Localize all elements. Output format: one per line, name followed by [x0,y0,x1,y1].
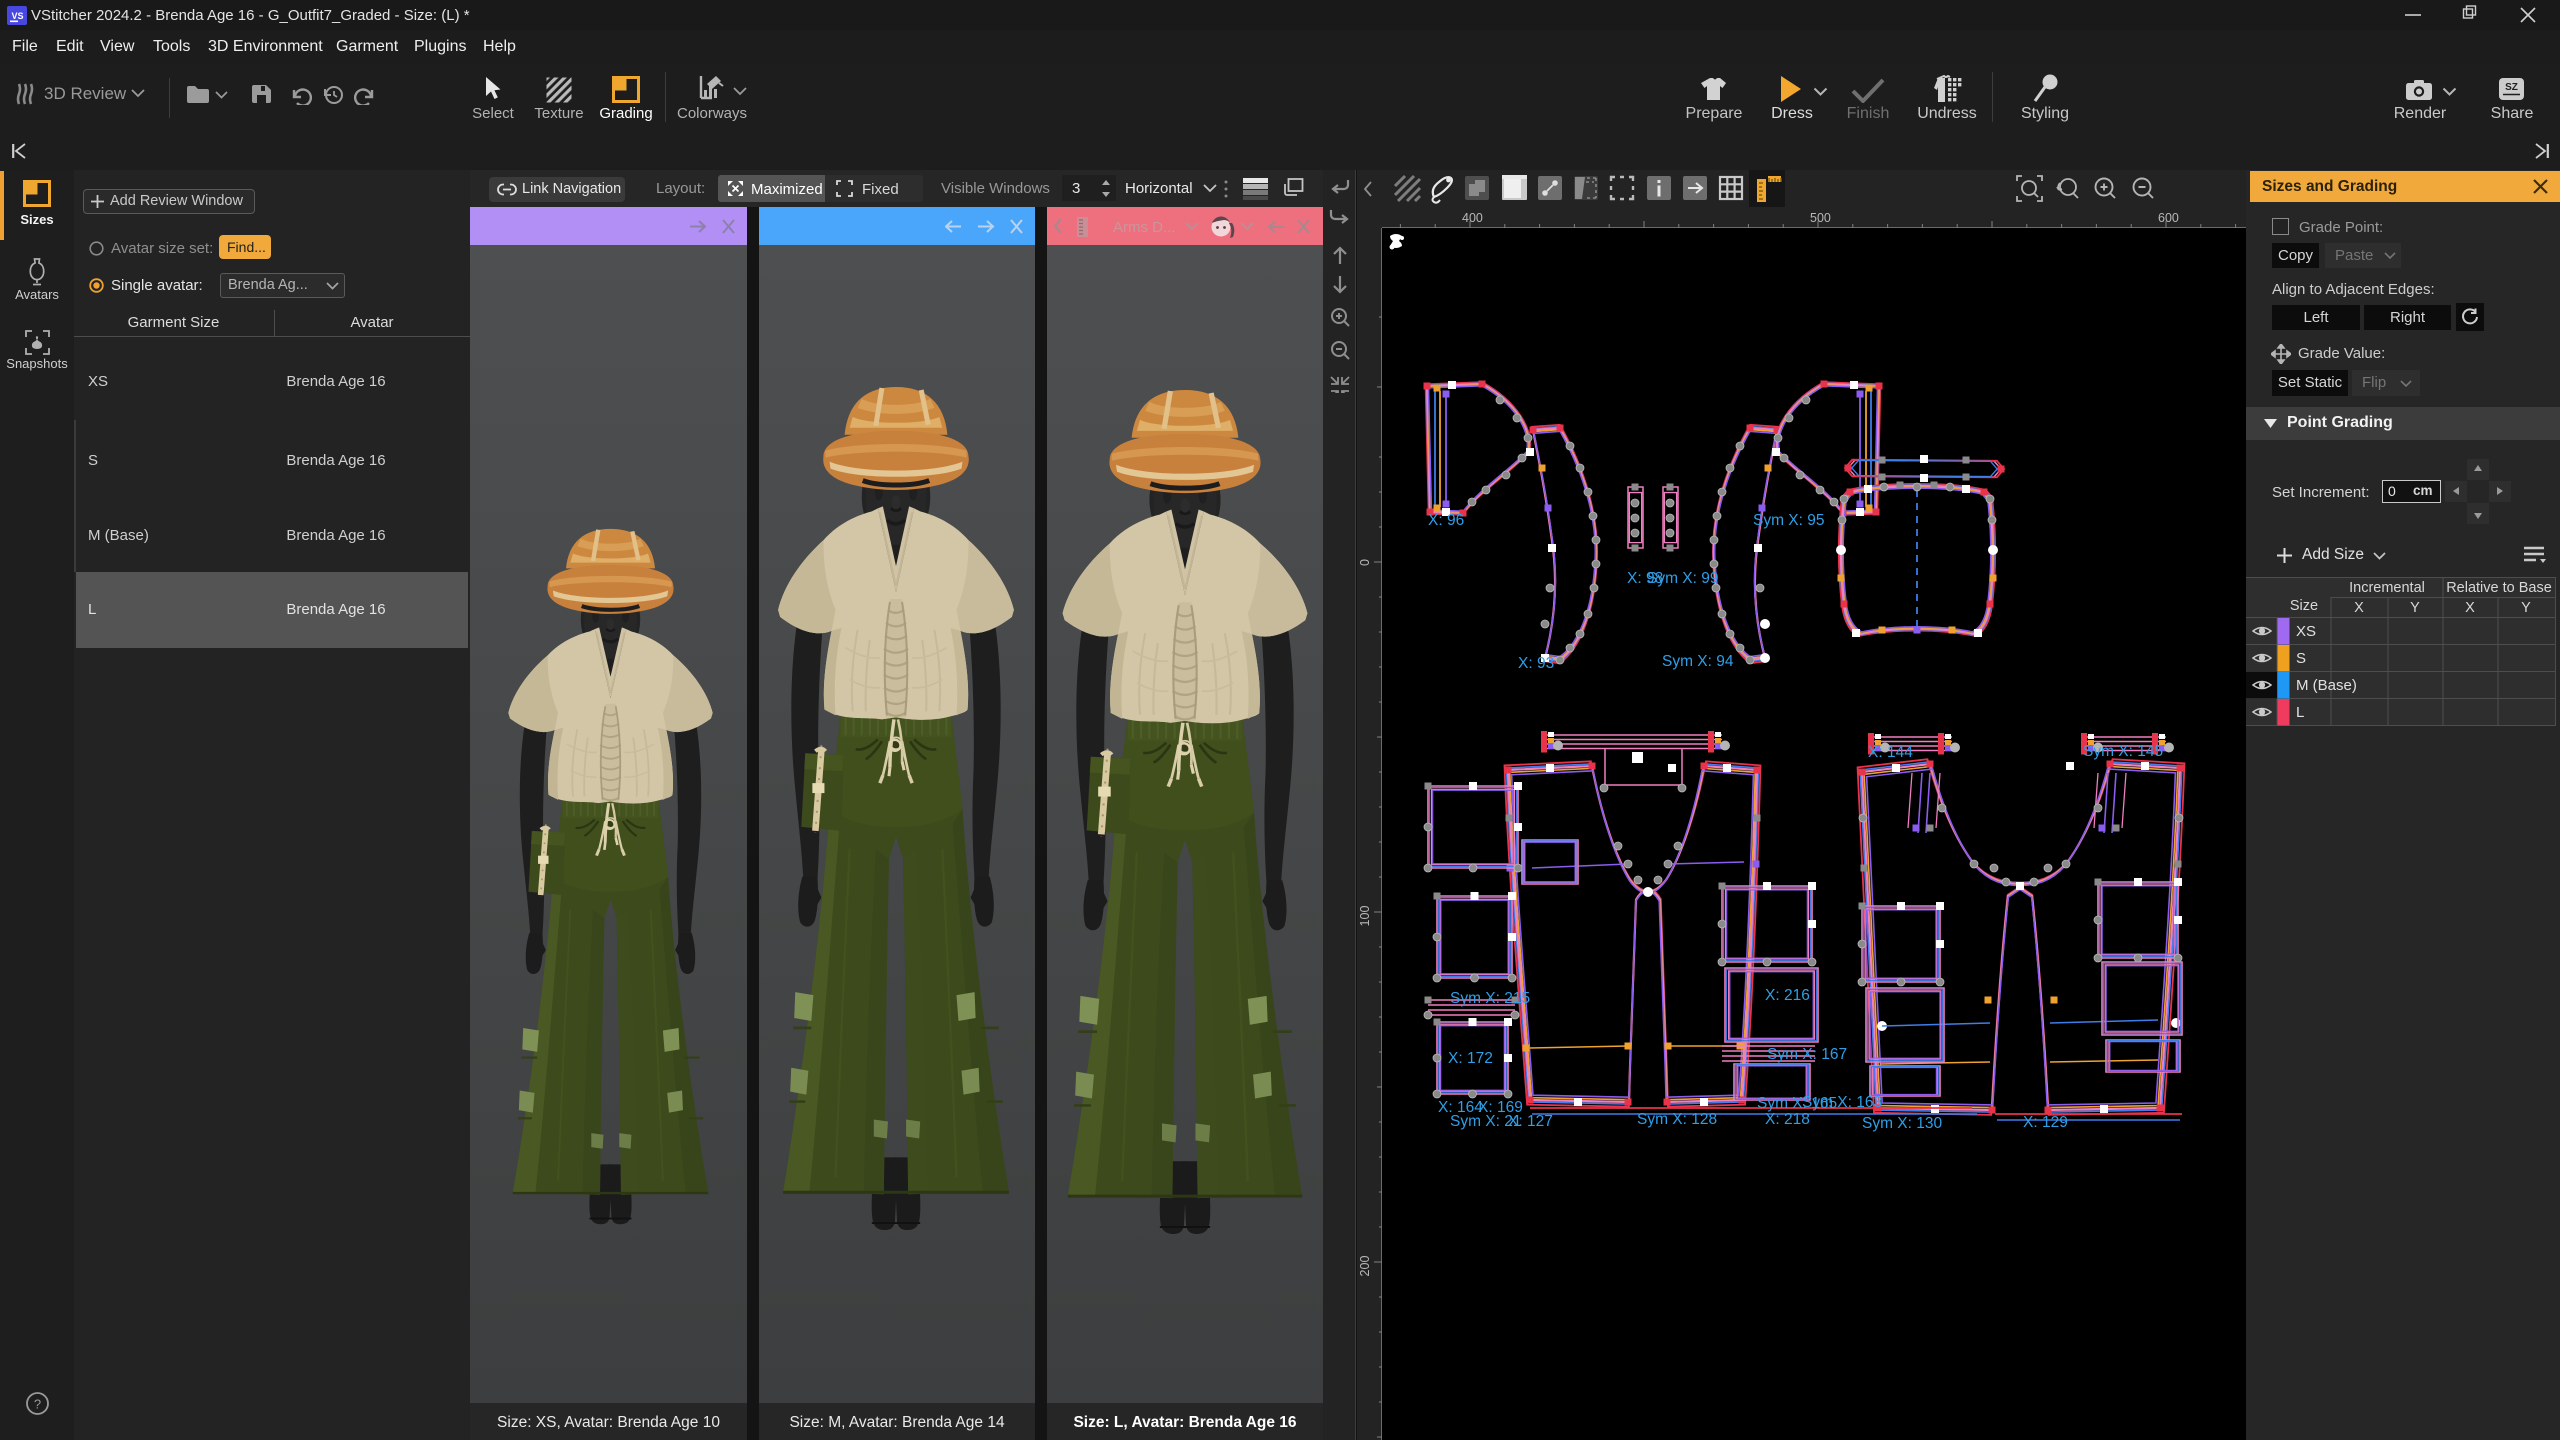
svg-text:X: 96: X: 96 [1428,512,1464,529]
svg-text:X: 129: X: 129 [2023,1114,2068,1131]
svg-text:X: X [2354,600,2364,616]
svg-text:X: X [2465,600,2475,616]
svg-text:?: ? [34,1397,41,1412]
svg-text:X: 93: X: 93 [1518,655,1554,672]
svg-text:X: 216: X: 216 [1765,987,1810,1004]
svg-text:X: 127: X: 127 [1508,1113,1553,1130]
svg-text:Arms D...: Arms D... [1113,219,1176,236]
svg-text:X: 218: X: 218 [1765,1111,1810,1128]
svg-text:Y: Y [2521,600,2531,616]
svg-text:VS: VS [11,11,23,21]
svg-text:X: 144: X: 144 [1868,744,1913,761]
svg-text:XS: XS [2296,623,2316,640]
svg-text:Sym X: 94: Sym X: 94 [1662,653,1734,670]
svg-text:Sym X: 99: Sym X: 99 [1647,570,1719,587]
svg-text:SZ: SZ [2505,82,2518,93]
svg-text:600: 600 [2158,211,2179,225]
svg-text:S: S [2296,650,2306,667]
svg-text:Incremental: Incremental [2349,580,2425,596]
svg-text:500: 500 [1810,211,1831,225]
svg-text:Sym X: 95: Sym X: 95 [1753,512,1825,529]
svg-text:X: 172: X: 172 [1448,1050,1493,1067]
svg-text:M (Base): M (Base) [2296,677,2357,694]
svg-text:100: 100 [1358,906,1372,927]
svg-text:Sym X: 167: Sym X: 167 [1767,1046,1847,1063]
svg-text:400: 400 [1462,211,1483,225]
svg-text:Sym X: 128: Sym X: 128 [1637,1111,1717,1128]
svg-text:Relative to Base: Relative to Base [2446,580,2552,596]
svg-text:0: 0 [1358,559,1372,566]
svg-text:200: 200 [1358,1256,1372,1277]
svg-text:Sym X: 215: Sym X: 215 [1450,990,1530,1007]
svg-text:Sym X: 145: Sym X: 145 [2083,743,2163,760]
svg-text:L: L [2296,704,2304,721]
svg-text:Size: Size [2290,598,2318,614]
svg-text:Sym X: 163: Sym X: 163 [1802,1094,1882,1111]
svg-text:Sym X: 130: Sym X: 130 [1862,1115,1942,1132]
svg-text:Y: Y [2410,600,2420,616]
